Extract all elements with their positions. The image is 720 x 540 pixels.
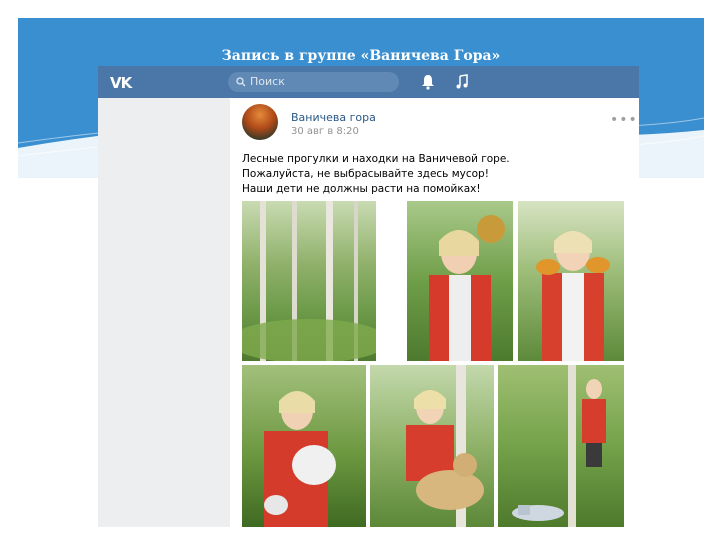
post-card: Ваничева гора 30 авг в 8:20 ••• Лесные п…	[230, 98, 639, 527]
group-name-link[interactable]: Ваничева гора	[291, 111, 376, 124]
search-input[interactable]: Поиск	[228, 72, 399, 92]
vk-logo[interactable]: VK	[110, 74, 132, 92]
vk-window: VK Поиск Ваничева гора 30 авг в 8:20 •••…	[98, 66, 639, 527]
search-placeholder: Поиск	[250, 75, 285, 88]
search-icon	[236, 77, 246, 87]
more-icon[interactable]: •••	[610, 112, 638, 128]
post-text: Лесные прогулки и находки на Ваничевой г…	[242, 152, 632, 197]
photo-girl-mushrooms[interactable]	[518, 201, 624, 361]
photo-girl-trash[interactable]	[498, 365, 624, 527]
music-icon[interactable]	[455, 74, 469, 90]
avatar[interactable]	[242, 104, 278, 140]
post-text-line: Лесные прогулки и находки на Ваничевой г…	[242, 153, 510, 165]
photo-forest-trees[interactable]	[242, 201, 376, 361]
vk-topbar: VK Поиск	[98, 66, 639, 98]
bell-icon[interactable]	[421, 74, 435, 90]
photo-girl-dog[interactable]	[370, 365, 494, 527]
photo-girl-leaves[interactable]	[407, 201, 513, 361]
post-text-line: Наши дети не должны расти на помойках!	[242, 183, 481, 195]
post-date[interactable]: 30 авг в 8:20	[291, 126, 359, 137]
post-text-line: Пожалуйста, не выбрасывайте здесь мусор!	[242, 168, 489, 180]
slide-title: Запись в группе «Ваничева Гора»	[221, 48, 501, 64]
photo-girl-puppy[interactable]	[242, 365, 366, 527]
